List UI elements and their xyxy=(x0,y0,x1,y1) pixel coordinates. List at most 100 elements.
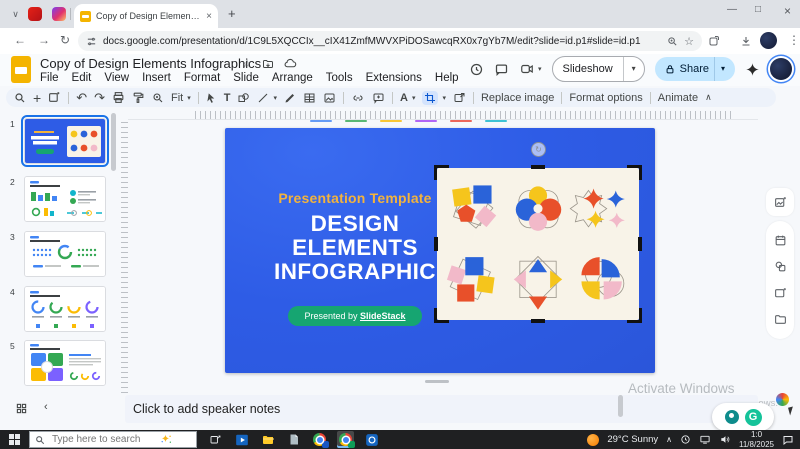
comment-history-icon[interactable] xyxy=(494,62,509,77)
text-box-icon[interactable]: T xyxy=(224,92,231,104)
window-minimize-button[interactable]: — xyxy=(727,4,737,15)
slideshow-dropdown-icon[interactable]: ▾ xyxy=(623,57,644,81)
tab-close-icon[interactable]: × xyxy=(206,11,212,22)
insert-image-icon[interactable] xyxy=(323,92,336,104)
input-tools-dropdown-icon[interactable]: ▾ xyxy=(412,94,416,102)
toolbar-collapse-icon[interactable]: ∧ xyxy=(705,92,712,103)
thumbnail-5-preview[interactable] xyxy=(24,340,106,386)
crop-handle-right[interactable] xyxy=(638,237,642,251)
crop-handle-bottom-left[interactable] xyxy=(434,308,449,323)
menu-insert[interactable]: Insert xyxy=(142,72,171,84)
weather-sun-icon[interactable] xyxy=(587,434,599,446)
slide-text-block[interactable]: Presentation Template DESIGN ELEMENTS IN… xyxy=(245,190,465,326)
taskbar-search-input[interactable] xyxy=(50,433,154,446)
rotate-handle[interactable]: ↻ xyxy=(531,142,546,157)
menu-slide[interactable]: Slide xyxy=(233,72,259,84)
animate-button[interactable]: Animate xyxy=(658,92,698,104)
notes-scrollbar[interactable] xyxy=(618,395,623,417)
grammarly-icon[interactable]: G xyxy=(745,409,762,426)
grid-view-icon[interactable] xyxy=(16,403,27,414)
share-button[interactable]: Share ▾ xyxy=(655,57,735,81)
thumbnail-4-preview[interactable] xyxy=(24,286,106,332)
network-icon[interactable] xyxy=(699,434,711,445)
select-cursor-icon[interactable] xyxy=(206,92,217,104)
zoom-page-icon[interactable] xyxy=(667,36,678,47)
speaker-notes-placeholder[interactable]: Click to add speaker notes xyxy=(133,402,280,416)
crop-handle-top[interactable] xyxy=(531,165,545,169)
thumbnail-1-preview[interactable] xyxy=(24,118,106,164)
app-blue-icon[interactable] xyxy=(363,431,380,448)
tray-expand-icon[interactable]: ∧ xyxy=(666,435,672,444)
app-document-icon[interactable] xyxy=(285,431,302,448)
download-icon[interactable] xyxy=(740,35,752,47)
mask-dropdown-icon[interactable]: ▾ xyxy=(442,94,446,102)
thumbnail-3-preview[interactable] xyxy=(24,231,106,277)
slide-plus-icon[interactable] xyxy=(774,287,787,300)
meet-camera-icon[interactable] xyxy=(519,62,535,76)
thumbnail-2-preview[interactable] xyxy=(24,176,106,222)
shapes-icon[interactable] xyxy=(774,260,787,273)
slides-logo-icon[interactable] xyxy=(11,56,31,83)
table-icon[interactable] xyxy=(303,92,316,104)
selected-image[interactable] xyxy=(437,168,639,320)
camera-dropdown-icon[interactable]: ▾ xyxy=(538,65,542,73)
weather-text[interactable]: 29°C Sunny xyxy=(607,434,658,445)
slide-thumbnail-5[interactable]: 5 xyxy=(24,340,108,388)
slide-thumbnail-1[interactable]: 1 xyxy=(24,118,108,166)
new-tab-button[interactable]: + xyxy=(228,6,236,21)
reload-icon[interactable]: ↻ xyxy=(60,33,70,47)
grammarly-widget[interactable]: G xyxy=(712,403,774,431)
pinned-tab-youtube-icon[interactable] xyxy=(28,7,42,21)
collapse-filmstrip-icon[interactable]: ‹ xyxy=(44,401,48,413)
account-avatar[interactable] xyxy=(770,58,792,80)
forward-icon[interactable]: → xyxy=(38,33,50,47)
slide-title[interactable]: DESIGN ELEMENTS INFOGRAPHIC xyxy=(245,212,465,284)
insert-link-icon[interactable] xyxy=(351,92,365,104)
crop-handle-bottom-right[interactable] xyxy=(627,308,642,323)
taskbar-search[interactable] xyxy=(29,431,197,448)
volume-icon[interactable] xyxy=(719,434,731,445)
presented-by-badge[interactable]: Presented by SlideStack xyxy=(288,306,421,326)
browser-tab[interactable]: Copy of Design Elements Infog × xyxy=(74,4,218,28)
star-doc-icon[interactable]: ☆ xyxy=(242,57,252,70)
new-slide-layout-icon[interactable] xyxy=(48,91,61,104)
menu-file[interactable]: File xyxy=(40,72,59,84)
document-title[interactable]: Copy of Design Elements Infographics xyxy=(40,56,261,71)
chrome-profile2-icon-active[interactable] xyxy=(337,431,354,448)
folder-icon[interactable] xyxy=(774,313,787,326)
slide-thumbnail-2[interactable]: 2 xyxy=(24,176,108,224)
crop-handle-top-left[interactable] xyxy=(434,165,449,180)
tab-search-icon[interactable]: ∨ xyxy=(8,7,23,22)
calendar-icon[interactable] xyxy=(774,234,787,247)
speaker-notes[interactable]: Click to add speaker notes xyxy=(125,395,758,423)
menu-help[interactable]: Help xyxy=(435,72,459,84)
undo-icon[interactable]: ↶ xyxy=(76,90,87,106)
menu-format[interactable]: Format xyxy=(184,72,220,84)
movies-tv-icon[interactable] xyxy=(233,431,250,448)
tray-app-icon[interactable] xyxy=(680,434,691,445)
file-explorer-icon[interactable] xyxy=(259,431,276,448)
input-tools-icon[interactable]: A xyxy=(400,92,408,104)
insert-shape-icon[interactable] xyxy=(237,92,250,104)
back-icon[interactable]: ← xyxy=(14,33,26,47)
suggestion-bulb-icon[interactable] xyxy=(725,410,739,424)
format-options-button[interactable]: Format options xyxy=(569,92,642,104)
pinned-tab-instagram-icon[interactable] xyxy=(52,7,66,21)
menu-view[interactable]: View xyxy=(104,72,129,84)
print-icon[interactable] xyxy=(112,91,125,104)
redo-icon[interactable]: ↷ xyxy=(94,90,105,106)
brand-link[interactable]: SlideStack xyxy=(360,311,406,321)
filmstrip-scrollbar[interactable] xyxy=(111,113,116,171)
new-slide-plus-icon[interactable]: + xyxy=(33,90,41,106)
menu-extensions[interactable]: Extensions xyxy=(366,72,422,84)
slideshow-button[interactable]: Slideshow ▾ xyxy=(552,56,645,82)
notification-center-icon[interactable] xyxy=(782,434,794,446)
slide-thumbnail-4[interactable]: 4 xyxy=(24,286,108,334)
zoom-fit-select[interactable]: Fit xyxy=(171,92,183,104)
omnibox[interactable]: docs.google.com/presentation/d/1C9L5XQCC… xyxy=(78,31,702,51)
window-maximize-button[interactable]: □ xyxy=(755,4,761,15)
zoom-icon[interactable] xyxy=(152,92,164,104)
version-history-icon[interactable] xyxy=(469,62,484,77)
pen-icon[interactable] xyxy=(284,92,296,104)
tab-organize-icon[interactable] xyxy=(708,35,720,47)
